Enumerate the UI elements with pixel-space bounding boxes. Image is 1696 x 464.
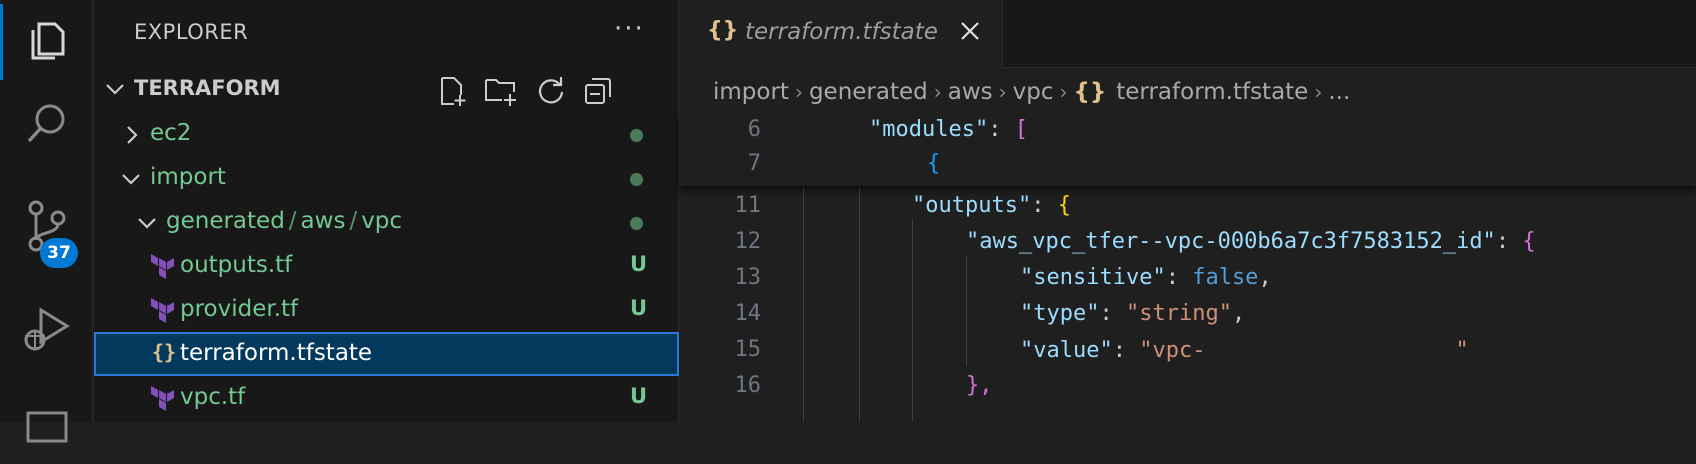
code-line: 15 "value": "vpc- "	[679, 332, 1696, 368]
tree-item-label: outputs.tf	[180, 252, 293, 278]
refresh-button[interactable]	[534, 74, 568, 108]
tree-item-label: ec2	[150, 120, 192, 146]
untracked-status: U	[630, 384, 648, 408]
code-line: 14 "type": "string",	[679, 296, 1696, 332]
explorer-activity[interactable]	[0, 0, 93, 84]
line-number: 6	[747, 117, 761, 142]
line-number: 16	[734, 373, 762, 398]
line-number: 14	[734, 301, 762, 326]
json-file-icon: {}	[707, 18, 739, 43]
code-line: 12 "aws_vpc_tfer--vpc-000b6a7c3f7583152_…	[679, 224, 1696, 260]
chevron-right-icon: ›	[933, 80, 942, 104]
chevron-down-icon	[136, 212, 158, 238]
sticky-scroll-header[interactable]: 6 "modules": [ 7 {	[679, 112, 1696, 186]
refresh-icon	[538, 77, 564, 104]
breadcrumb-item[interactable]: import	[713, 79, 789, 105]
tab-terraform-tfstate[interactable]: {} terraform.tfstate	[679, 0, 1003, 68]
chevron-right-icon: ›	[998, 80, 1007, 104]
chevron-down-icon	[120, 168, 142, 194]
new-folder-icon	[485, 79, 516, 106]
code-line: 6 "modules": [	[679, 112, 1696, 148]
tree-item-label: provider.tf	[180, 296, 299, 322]
editor-tab-bar: {} terraform.tfstate	[679, 0, 1696, 68]
untracked-status: U	[630, 252, 648, 276]
run-debug-activity[interactable]	[0, 290, 93, 374]
tab-label: terraform.tfstate	[745, 19, 938, 45]
breadcrumb: import › generated › aws › vpc › {} terr…	[713, 72, 1350, 112]
tree-item-label: terraform.tfstate	[180, 340, 373, 366]
source-control-badge: 37	[40, 238, 78, 268]
terraform-file-icon	[150, 253, 176, 285]
extensions-activity[interactable]	[0, 380, 93, 464]
new-file-button[interactable]	[436, 74, 470, 108]
line-number: 15	[734, 337, 762, 362]
tree-item-label: vpc.tf	[180, 384, 246, 410]
run-debug-icon	[21, 304, 73, 360]
tree-item-label: generated / aws / vpc	[166, 208, 403, 234]
collapse-all-icon	[585, 78, 611, 104]
tree-item-provider-tf[interactable]: provider.tf U	[94, 288, 679, 332]
search-activity[interactable]	[0, 84, 93, 168]
tree-item-generated-aws-vpc[interactable]: generated / aws / vpc	[94, 200, 679, 244]
search-icon	[24, 101, 70, 151]
breadcrumb-item[interactable]: terraform.tfstate	[1116, 79, 1308, 105]
collapse-all-button[interactable]	[581, 74, 615, 108]
tree-item-import[interactable]: import	[94, 156, 679, 200]
redacted-value	[1205, 337, 1456, 365]
code-line: 13 "sensitive": false,	[679, 260, 1696, 296]
line-number: 12	[734, 229, 762, 254]
tree-item-terraform-tfstate[interactable]: {} terraform.tfstate	[94, 332, 679, 376]
code-text: {	[927, 151, 941, 176]
chevron-right-icon: ›	[1059, 80, 1068, 104]
explorer-title: EXPLORER	[134, 20, 249, 44]
extensions-icon	[24, 397, 70, 447]
chevron-down-icon	[104, 78, 126, 104]
code-text: "value": "vpc- "	[1020, 337, 1469, 365]
workspace-root-label: TERRAFORM	[134, 76, 281, 100]
modified-dot-icon	[630, 217, 643, 230]
code-text: "type": "string",	[1020, 301, 1246, 326]
terraform-file-icon	[150, 297, 176, 329]
code-line: 11 "outputs": {	[679, 188, 1696, 224]
code-text: "modules": [	[869, 117, 1028, 142]
close-icon[interactable]	[959, 20, 981, 46]
breadcrumb-item[interactable]: ...	[1328, 79, 1350, 105]
breadcrumb-item[interactable]: vpc	[1013, 79, 1054, 105]
code-line: 7 {	[679, 146, 1696, 182]
chevron-right-icon: ›	[794, 80, 803, 104]
new-file-icon	[441, 77, 466, 106]
line-number: 7	[747, 151, 761, 176]
breadcrumb-item[interactable]: generated	[809, 79, 928, 105]
json-file-icon: {}	[1073, 79, 1107, 105]
activity-bar: 37	[0, 0, 93, 443]
untracked-status: U	[630, 296, 648, 320]
tree-item-label: import	[150, 164, 226, 190]
explorer-sidebar: EXPLORER ··· TERRAFORM ec2 import genera…	[94, 0, 679, 422]
code-text: "outputs": {	[912, 193, 1071, 218]
code-text: "aws_vpc_tfer--vpc-000b6a7c3f7583152_id"…	[966, 229, 1536, 254]
line-number: 11	[734, 193, 762, 218]
terraform-file-icon	[150, 385, 176, 417]
chevron-right-icon	[122, 124, 142, 150]
modified-dot-icon	[630, 173, 643, 186]
new-folder-button[interactable]	[484, 74, 518, 108]
line-number: 13	[734, 265, 762, 290]
tree-item-vpc-tf[interactable]: vpc.tf U	[94, 376, 679, 420]
workspace-root[interactable]: TERRAFORM	[94, 68, 679, 112]
chevron-right-icon: ›	[1314, 80, 1323, 104]
tree-item-outputs-tf[interactable]: outputs.tf U	[94, 244, 679, 288]
more-actions-button[interactable]: ···	[614, 14, 645, 44]
json-file-icon: {}	[152, 340, 177, 364]
tree-item-ec2[interactable]: ec2	[94, 112, 679, 156]
code-text: },	[966, 373, 993, 398]
code-line: 16 },	[679, 368, 1696, 404]
code-text: "sensitive": false,	[1020, 265, 1272, 290]
explorer-icon	[25, 16, 69, 68]
modified-dot-icon	[630, 129, 643, 142]
breadcrumb-item[interactable]: aws	[948, 79, 993, 105]
